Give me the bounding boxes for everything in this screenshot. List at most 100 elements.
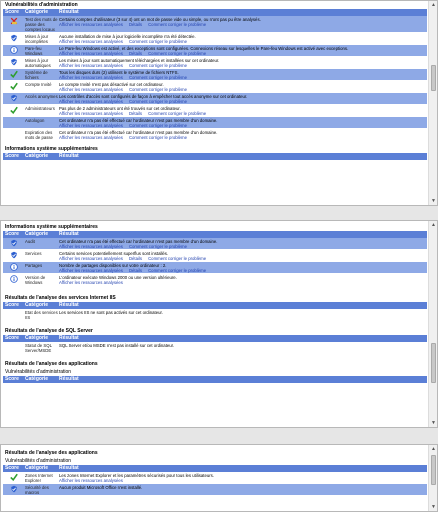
vertical-scrollbar[interactable]: ▲ ▼ [428, 1, 437, 205]
category-cell: Accès anonymes [25, 94, 58, 99]
scroll-down-arrow[interactable]: ▼ [430, 198, 437, 204]
table-row: Zones Internet Explorer Les zones Interne… [3, 472, 427, 484]
report-window-2: Informations système supplémentaires Sco… [0, 220, 438, 428]
scroll-thumb[interactable] [431, 455, 436, 485]
category-cell: Système de fichiers [25, 70, 48, 80]
category-cell: Compte Invité [25, 82, 52, 87]
link-details[interactable]: Détails [129, 22, 142, 27]
vertical-scrollbar[interactable]: ▲ ▼ [428, 221, 437, 427]
link-details[interactable]: Détails [129, 111, 142, 116]
scroll-thumb[interactable] [431, 65, 436, 91]
link-fix[interactable]: Comment corriger le problème [148, 22, 206, 27]
link-analyzed[interactable]: Afficher les ressources analysées [59, 99, 123, 104]
link-analyzed[interactable]: Afficher les ressources analysées [59, 87, 123, 92]
section-title: Résultats de l'analyse des applications [5, 361, 98, 367]
link-fix[interactable]: Comment corriger le problème [129, 135, 187, 140]
link-analyzed[interactable]: Afficher les ressources analysées [59, 280, 123, 285]
table-header: Score Catégorie Résultat [3, 335, 427, 342]
link-fix[interactable]: Comment corriger le problème [129, 87, 187, 92]
link-fix[interactable]: Comment corriger le problème [129, 75, 187, 80]
category-cell: Mises à jour automatiques [25, 58, 51, 68]
check-icon [10, 70, 18, 78]
result-cell: Certains comptes d'utilisateur (3 sur 4)… [59, 16, 427, 27]
link-fix[interactable]: Comment corriger le problème [148, 256, 206, 261]
category-cell: Statut de SQL Server/MSDE [25, 343, 52, 353]
link-details[interactable]: Détails [129, 51, 142, 56]
vertical-scrollbar[interactable]: ▲ ▼ [428, 445, 437, 511]
table-row: Statut de SQL Server/MSDE SQL Server et/o… [3, 342, 427, 354]
category-cell: Administrateurs [25, 106, 55, 111]
score-cell [3, 238, 25, 247]
scroll-down-arrow[interactable]: ▼ [430, 420, 437, 426]
link-fix[interactable]: Comment corriger le problème [129, 99, 187, 104]
score-cell [3, 93, 25, 102]
category-cell: Services [25, 251, 42, 256]
subsection-title: Vulnérabilités d'administration [5, 369, 72, 375]
table-header: Score Catégorie Résultat [3, 231, 427, 238]
table-header: Score Catégorie Résultat [3, 376, 427, 383]
table-row: Système de fichiers Tous les disques durs… [3, 69, 427, 81]
result-cell: Les services IIS ne sont pas activés sur… [59, 309, 427, 315]
score-cell [3, 57, 25, 66]
link-analyzed[interactable]: Afficher les ressources analysées [59, 111, 123, 116]
scroll-up-arrow[interactable]: ▲ [430, 446, 437, 452]
check-icon [10, 473, 18, 481]
score-cell [3, 274, 25, 283]
warning-icon [10, 17, 18, 25]
link-fix[interactable]: Comment corriger le problème [129, 244, 187, 249]
link-analyzed[interactable]: Afficher les ressources analysées [59, 478, 123, 483]
link-analyzed[interactable]: Afficher les ressources analysées [59, 51, 123, 56]
table-header: Score Catégorie Résultat [3, 302, 427, 309]
table-row: Compte Invité Le compte Invité n'est pas … [3, 81, 427, 93]
score-cell [3, 309, 25, 310]
table-row: Etat des services IIS Les services IIS ne… [3, 309, 427, 321]
link-analyzed[interactable]: Afficher les ressources analysées [59, 256, 123, 261]
shield-icon [10, 485, 18, 493]
table-row: Audit Cet ordinateur n'a pas été effectué… [3, 238, 427, 250]
scroll-down-arrow[interactable]: ▼ [430, 504, 437, 510]
section-title: Résultats de l'analyse des applications [5, 450, 98, 456]
category-cell: Test des mots de passe des comptes locau… [25, 17, 58, 32]
link-analyzed[interactable]: Afficher les ressources analysées [59, 22, 123, 27]
report-window-1: Vulnérabilités d'administration Score Ca… [0, 0, 438, 206]
link-analyzed[interactable]: Afficher les ressources analysées [59, 39, 123, 44]
result-cell: Aucun produit Microsoft Office n'est ins… [59, 484, 427, 490]
link-details[interactable]: Détails [129, 268, 142, 273]
link-details[interactable]: Détails [129, 256, 142, 261]
result-text: Les services IIS ne sont pas activés sur… [59, 310, 163, 315]
section-title: Résultats de l'analyse de SQL Server [5, 328, 93, 334]
score-cell [3, 129, 25, 130]
scroll-thumb[interactable] [431, 343, 436, 383]
link-fix[interactable]: Comment corriger le problème [129, 63, 187, 68]
link-analyzed[interactable]: Afficher les ressources analysées [59, 135, 123, 140]
scroll-up-arrow[interactable]: ▲ [430, 2, 437, 8]
result-cell: Cet ordinateur n'a pas été effectué car … [59, 129, 427, 140]
link-analyzed[interactable]: Afficher les ressources analysées [59, 63, 123, 68]
check-icon [10, 82, 18, 90]
shield-icon [10, 58, 18, 66]
info-icon [10, 46, 18, 54]
section-title: Vulnérabilités d'administration [5, 2, 78, 8]
scroll-up-arrow[interactable]: ▲ [430, 222, 437, 228]
link-fix[interactable]: Comment corriger le problème [148, 268, 206, 273]
link-fix[interactable]: Comment corriger le problème [148, 51, 206, 56]
report-window-3: Résultats de l'analyse des applications … [0, 444, 438, 512]
score-cell [3, 342, 25, 343]
link-fix[interactable]: Comment corriger le problème [148, 111, 206, 116]
link-analyzed[interactable]: Afficher les ressources analysées [59, 75, 123, 80]
check-icon [10, 106, 18, 114]
link-analyzed[interactable]: Afficher les ressources analysées [59, 268, 123, 273]
link-fix[interactable]: Comment corriger le problème [129, 123, 187, 128]
table-row: Expiration des mots de passe Cet ordinate… [3, 129, 427, 141]
result-cell: Certains services potentiellement superf… [59, 250, 427, 261]
link-fix[interactable]: Comment corriger le problème [129, 39, 187, 44]
score-cell [3, 484, 25, 493]
table-header: Score Catégorie Résultat [3, 465, 427, 472]
link-analyzed[interactable]: Afficher les ressources analysées [59, 244, 123, 249]
section-title: Informations système supplémentaires [5, 146, 98, 152]
category-cell: Zones Internet Explorer [25, 473, 53, 483]
table-row: Mises à jour automatiques Les mises à jou… [3, 57, 427, 69]
link-analyzed[interactable]: Afficher les ressources analysées [59, 123, 123, 128]
score-cell [3, 117, 25, 118]
table-header: Score Catégorie Résultat [3, 153, 427, 160]
